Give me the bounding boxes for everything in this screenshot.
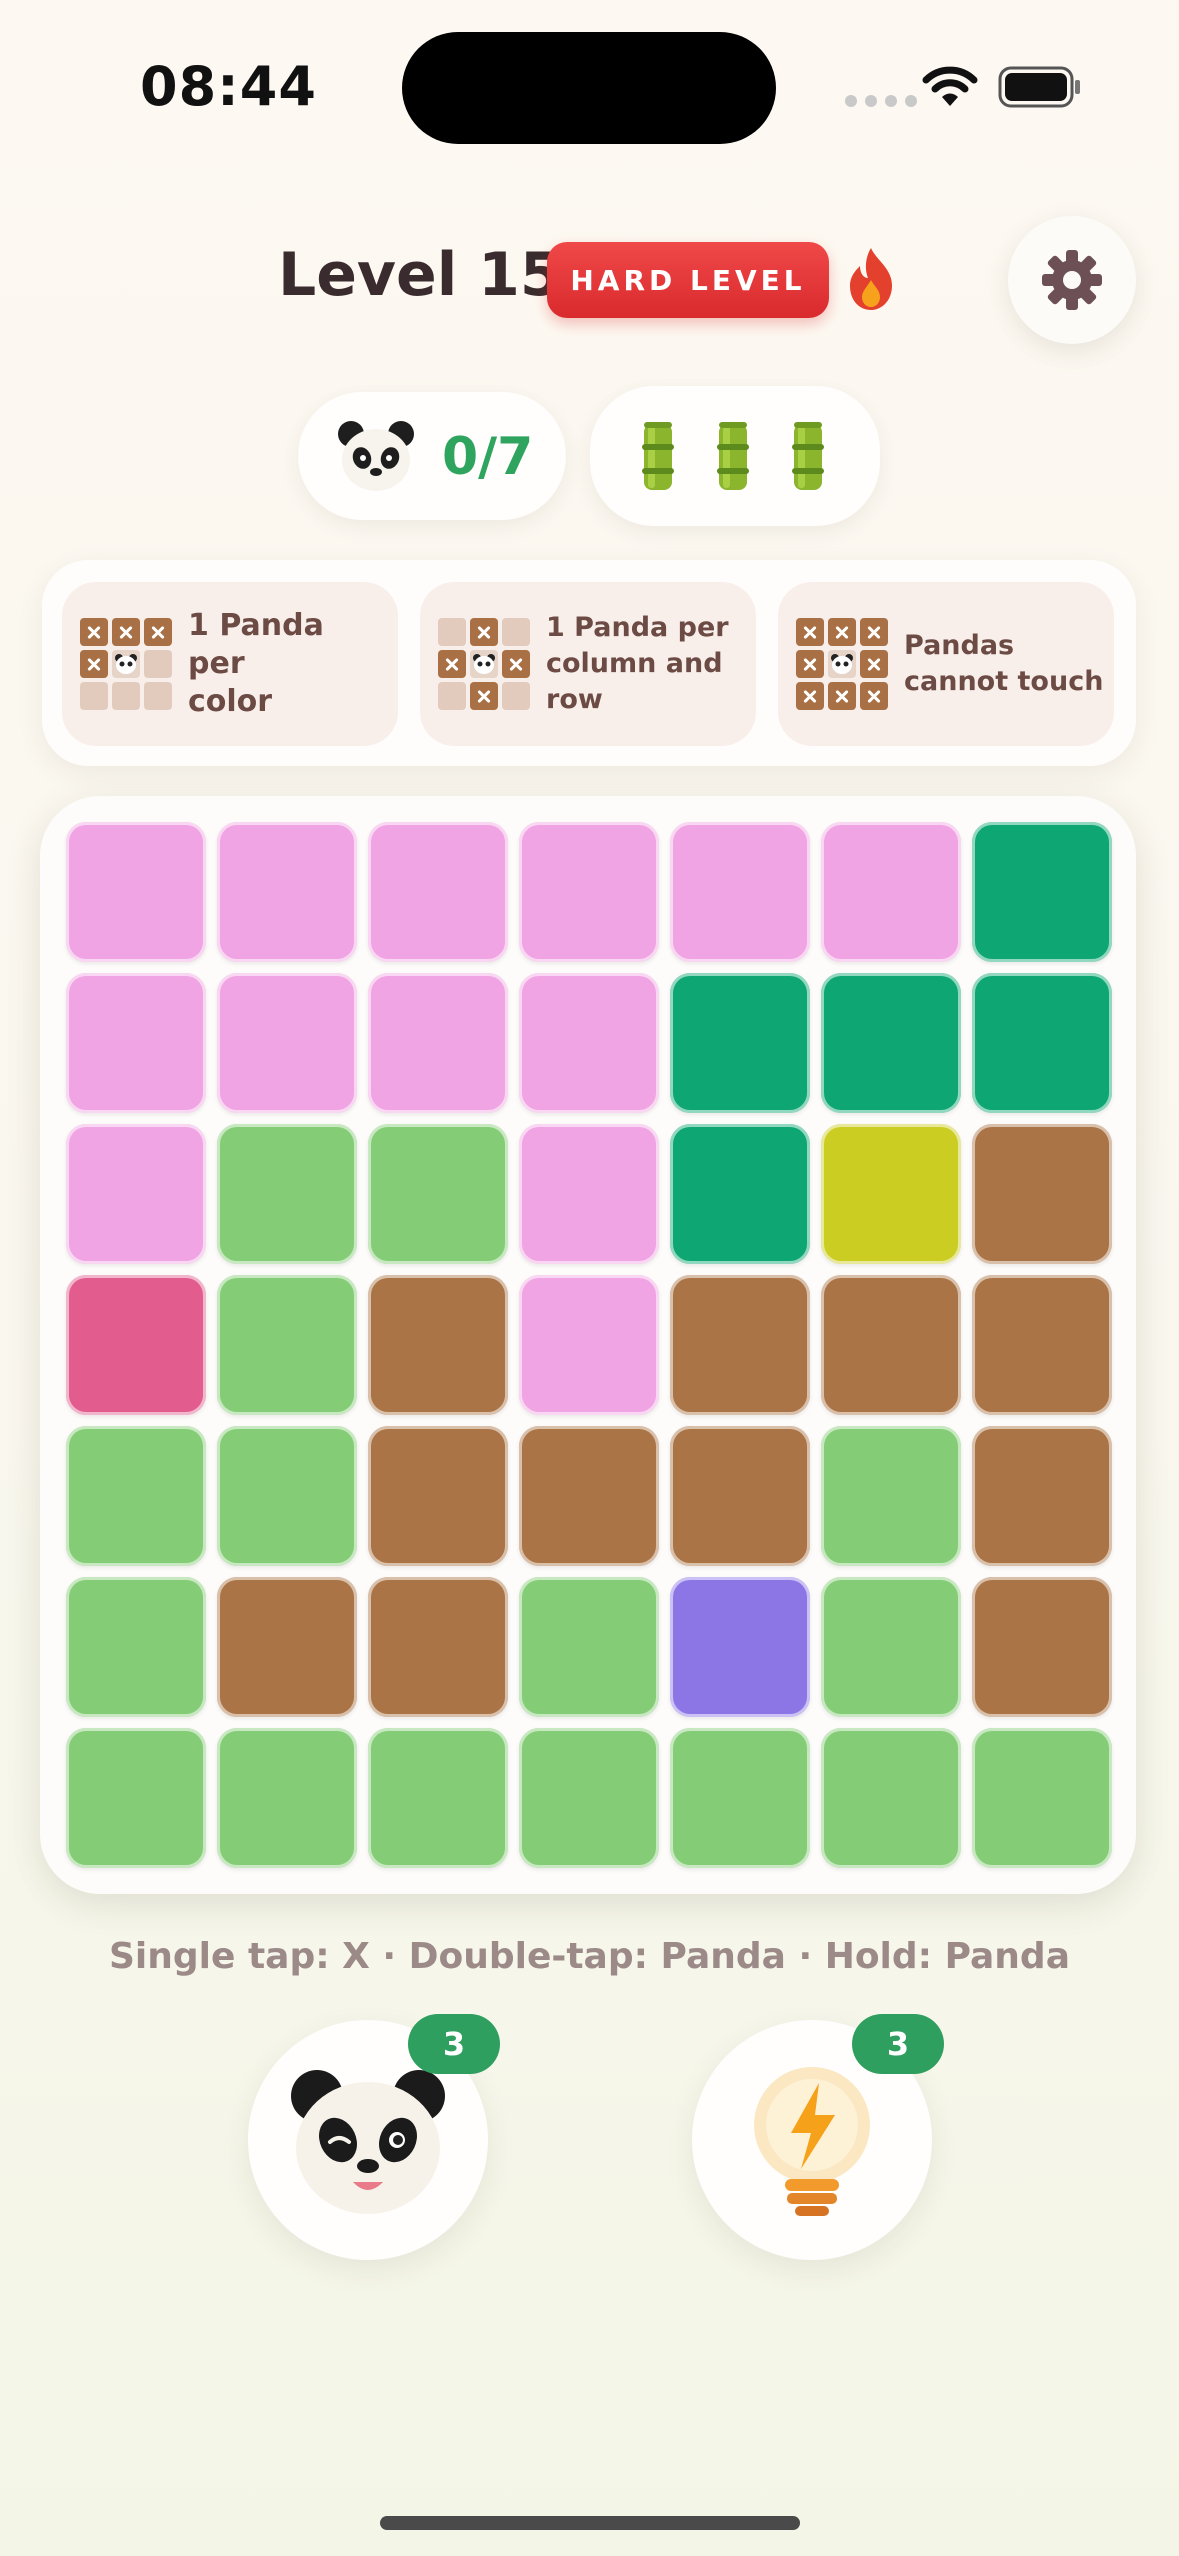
board-cell[interactable] (821, 1275, 961, 1415)
rule-pandas-cannot-touch: Pandas cannot touch (778, 582, 1114, 746)
settings-button[interactable] (1008, 216, 1136, 344)
rule-one-per-column-and-row: 1 Panda per column and row (420, 582, 756, 746)
board-cell[interactable] (66, 1426, 206, 1566)
board-cell[interactable] (519, 1124, 659, 1264)
difficulty-badge: HARD LEVEL (547, 242, 829, 318)
board-cell[interactable] (670, 1577, 810, 1717)
board-cell[interactable] (66, 1124, 206, 1264)
board-cell[interactable] (972, 1577, 1112, 1717)
board-cell[interactable] (217, 1124, 357, 1264)
board-cell[interactable] (519, 1577, 659, 1717)
wifi-icon (922, 66, 978, 106)
lightbulb-bolt-icon (754, 2067, 870, 2216)
board-cell[interactable] (368, 1426, 508, 1566)
board-cell[interactable] (670, 822, 810, 962)
board-cell[interactable] (972, 822, 1112, 962)
board-cell[interactable] (821, 1577, 961, 1717)
winking-panda-icon (291, 2070, 445, 2214)
rule-one-panda-per-color: 1 Panda per color (62, 582, 398, 746)
rule-text: 1 Panda per column and row (546, 612, 729, 715)
bamboo-icon (792, 422, 824, 490)
instructions-text: Single tap: X · Double-tap: Panda · Hold… (108, 1936, 1070, 1977)
board-cell[interactable] (972, 1124, 1112, 1264)
board-cell[interactable] (821, 822, 961, 962)
board-cell[interactable] (217, 1728, 357, 1868)
dynamic-island (402, 32, 776, 144)
bamboo-icon (717, 422, 749, 490)
battery-icon (998, 66, 1080, 108)
board-cell[interactable] (821, 1426, 961, 1566)
board-cell[interactable] (972, 1275, 1112, 1415)
level-title: Level 15 (278, 240, 562, 310)
board-cell[interactable] (821, 973, 961, 1113)
board-cell[interactable] (670, 1426, 810, 1566)
board-cell[interactable] (217, 973, 357, 1113)
board-cell[interactable] (519, 1728, 659, 1868)
panda-booster-button[interactable]: 3 (248, 2014, 500, 2260)
grid-x-panda-icon (80, 618, 172, 710)
board-cell[interactable] (670, 1124, 810, 1264)
board-cell[interactable] (66, 973, 206, 1113)
booster-count-badge: 3 (852, 2014, 944, 2074)
board-cell[interactable] (217, 1275, 357, 1415)
panda-count: 0/7 (442, 427, 534, 487)
board-cell[interactable] (972, 973, 1112, 1113)
board-cell[interactable] (670, 973, 810, 1113)
rule-text: Pandas cannot touch (904, 630, 1104, 697)
game-board (40, 796, 1136, 1894)
board-cell[interactable] (821, 1124, 961, 1264)
board-cell[interactable] (368, 822, 508, 962)
board-cell[interactable] (519, 1426, 659, 1566)
board-cell[interactable] (368, 1275, 508, 1415)
home-indicator (380, 2516, 800, 2530)
board-cell[interactable] (519, 1275, 659, 1415)
lightbulb-booster-button[interactable]: 3 (692, 2014, 944, 2260)
board-cell[interactable] (66, 1577, 206, 1717)
board-cell[interactable] (368, 1728, 508, 1868)
board-cell[interactable] (519, 973, 659, 1113)
board-cell[interactable] (217, 822, 357, 962)
panda-face-icon (338, 421, 414, 491)
board-cell[interactable] (217, 1577, 357, 1717)
board-cell[interactable] (368, 973, 508, 1113)
rule-text: 1 Panda per color (188, 608, 324, 719)
board-cell[interactable] (972, 1426, 1112, 1566)
board-cell[interactable] (670, 1728, 810, 1868)
cellular-signal-icon (845, 95, 917, 107)
grid-surround-panda-icon (796, 618, 888, 710)
grid-cross-panda-icon (438, 618, 530, 710)
board-cell[interactable] (66, 1728, 206, 1868)
board-cell[interactable] (368, 1124, 508, 1264)
board-cell[interactable] (972, 1728, 1112, 1868)
board-cell[interactable] (519, 822, 659, 962)
booster-count-badge: 3 (408, 2014, 500, 2074)
bamboo-icon (642, 422, 674, 490)
gear-icon (1042, 250, 1102, 310)
status-time: 08:44 (140, 55, 317, 118)
board-cell[interactable] (368, 1577, 508, 1717)
board-cell[interactable] (217, 1426, 357, 1566)
board-cell[interactable] (66, 822, 206, 962)
board-cell[interactable] (66, 1275, 206, 1415)
board-cell[interactable] (821, 1728, 961, 1868)
fire-icon (850, 248, 892, 310)
board-cell[interactable] (670, 1275, 810, 1415)
